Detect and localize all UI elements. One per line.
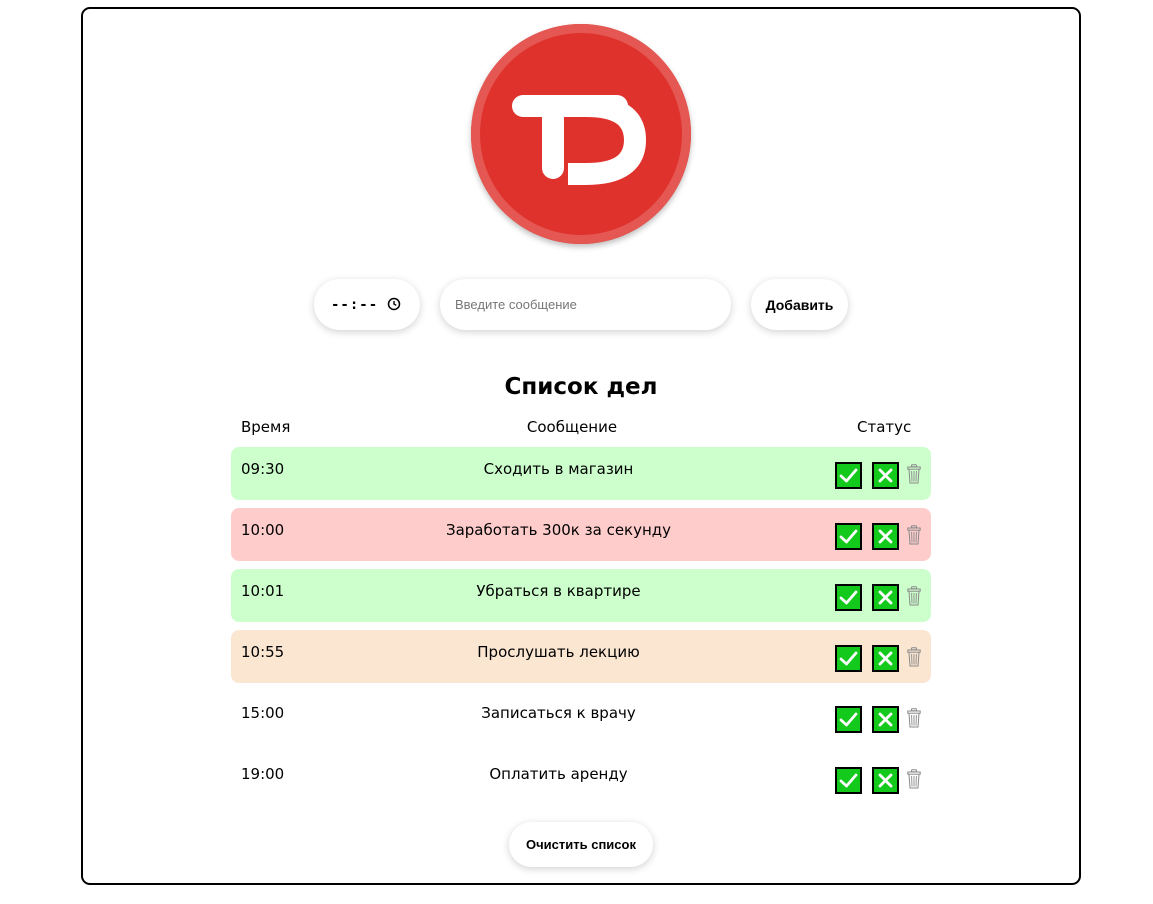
time-value: --:--	[331, 296, 379, 313]
todo-message: Заработать 300к за секунду	[445, 521, 672, 539]
column-header-status: Статус	[857, 418, 912, 436]
app-logo	[471, 24, 691, 244]
todo-message: Убраться в квартире	[476, 582, 641, 600]
clear-list-button[interactable]: Очистить список	[509, 822, 653, 867]
trash-icon	[907, 464, 921, 488]
trash-icon	[907, 647, 921, 671]
mark-done-button[interactable]	[835, 584, 862, 611]
time-input[interactable]: --:--	[314, 279, 420, 330]
todo-row: 10:01 Убраться в квартире	[231, 569, 931, 622]
mark-done-button[interactable]	[835, 462, 862, 489]
clock-icon[interactable]	[387, 297, 401, 311]
message-input[interactable]	[455, 297, 715, 312]
add-button[interactable]: Добавить	[751, 279, 848, 330]
delete-button[interactable]	[907, 525, 921, 549]
delete-button[interactable]	[907, 708, 921, 732]
column-header-message: Сообщение	[526, 418, 618, 436]
mark-failed-button[interactable]	[872, 706, 899, 733]
todo-row: 15:00 Записаться к врачу	[231, 691, 931, 744]
todo-time: 10:55	[241, 643, 285, 661]
trash-icon	[907, 525, 921, 549]
delete-button[interactable]	[907, 769, 921, 793]
todo-row: 10:00 Заработать 300к за секунду	[231, 508, 931, 561]
delete-button[interactable]	[907, 586, 921, 610]
column-header-time: Время	[241, 418, 291, 436]
delete-button[interactable]	[907, 464, 921, 488]
mark-failed-button[interactable]	[872, 584, 899, 611]
mark-failed-button[interactable]	[872, 645, 899, 672]
todo-time: 10:01	[241, 582, 285, 600]
todo-message: Оплатить аренду	[489, 765, 628, 783]
delete-button[interactable]	[907, 647, 921, 671]
clear-list-label: Очистить список	[526, 837, 636, 852]
todo-time: 19:00	[241, 765, 285, 783]
todo-time: 09:30	[241, 460, 285, 478]
message-field[interactable]	[440, 279, 731, 330]
trash-icon	[907, 769, 921, 793]
todo-message: Прослушать лекцию	[477, 643, 640, 661]
list-title: Список дел	[504, 374, 658, 400]
trash-icon	[907, 708, 921, 732]
todo-row: 10:55 Прослушать лекцию	[231, 630, 931, 683]
add-button-label: Добавить	[765, 296, 834, 313]
mark-failed-button[interactable]	[872, 523, 899, 550]
todo-time: 10:00	[241, 521, 285, 539]
mark-failed-button[interactable]	[872, 462, 899, 489]
mark-done-button[interactable]	[835, 645, 862, 672]
todo-message: Записаться к врачу	[481, 704, 636, 722]
mark-failed-button[interactable]	[872, 767, 899, 794]
trash-icon	[907, 586, 921, 610]
mark-done-button[interactable]	[835, 767, 862, 794]
todo-message: Сходить в магазин	[483, 460, 634, 478]
mark-done-button[interactable]	[835, 706, 862, 733]
todo-row: 19:00 Оплатить аренду	[231, 752, 931, 805]
mark-done-button[interactable]	[835, 523, 862, 550]
todo-row: 09:30 Сходить в магазин	[231, 447, 931, 500]
todo-time: 15:00	[241, 704, 285, 722]
